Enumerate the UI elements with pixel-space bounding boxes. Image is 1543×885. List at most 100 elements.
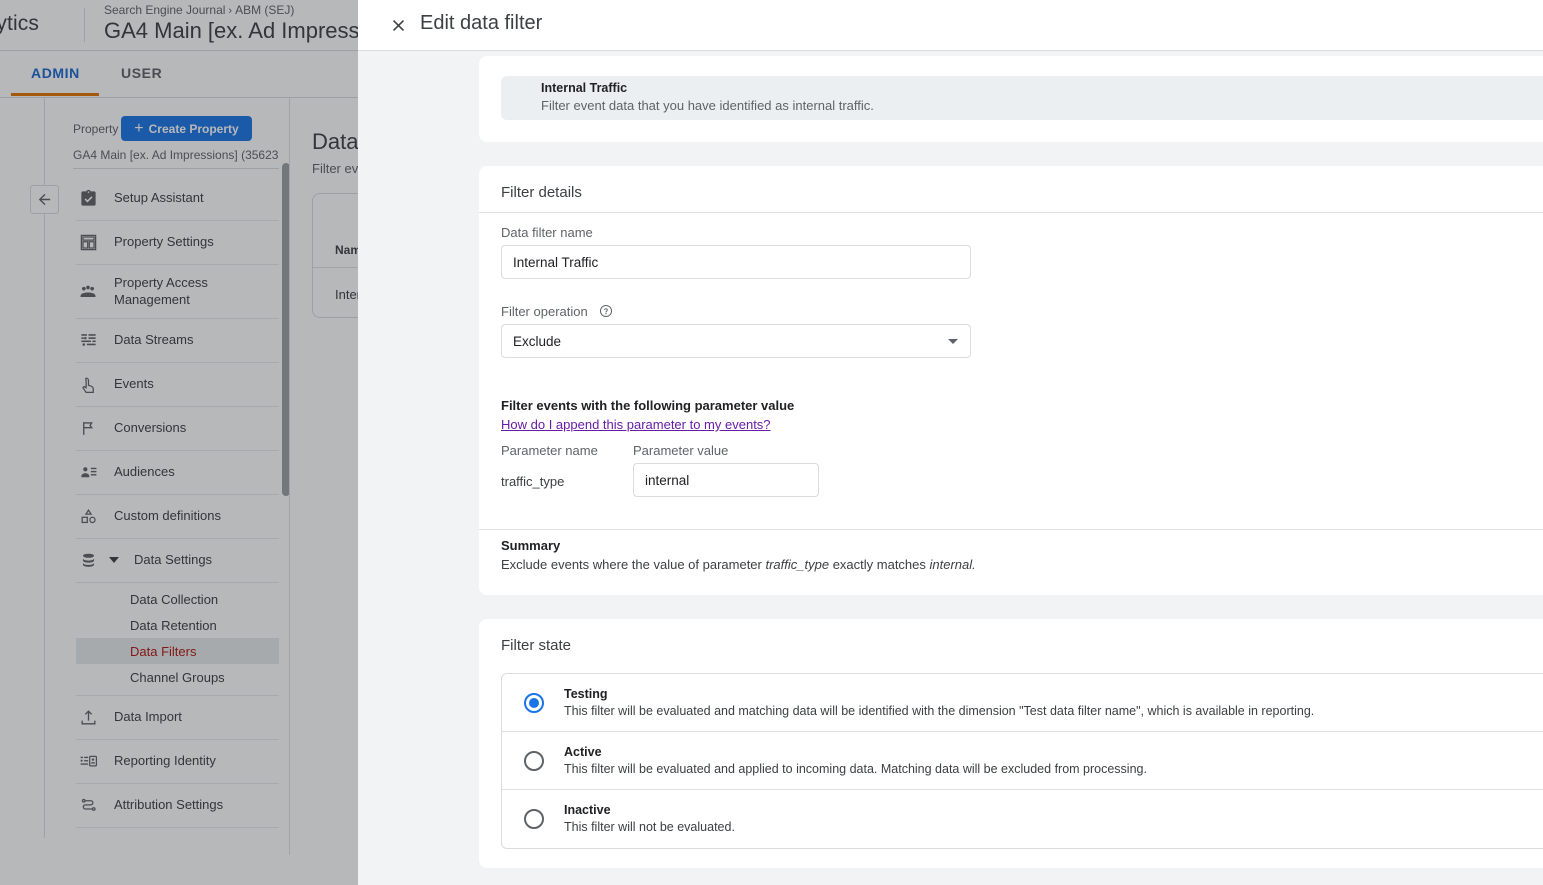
arrow-left-icon: [36, 191, 53, 208]
parameter-section-title: Filter events with the following paramet…: [501, 398, 794, 413]
option-description: This filter will be evaluated and applie…: [564, 761, 1147, 778]
chip-title: Internal Traffic: [541, 81, 627, 95]
help-circle-icon[interactable]: [599, 304, 613, 318]
summary-divider: [479, 529, 1543, 530]
sidebar-item-reporting-identity[interactable]: Reporting Identity: [76, 740, 279, 784]
option-texts: Inactive This filter will not be evaluat…: [564, 802, 735, 836]
breadcrumb-property[interactable]: ABM (SEJ): [235, 3, 294, 17]
filter-details-divider: [479, 212, 1543, 213]
database-icon: [76, 549, 100, 573]
filter-operation-label: Filter operation: [501, 304, 588, 319]
parameter-name-value: traffic_type: [501, 474, 564, 489]
parameter-value-header: Parameter value: [633, 443, 728, 458]
summary-heading: Summary: [501, 538, 560, 553]
back-button[interactable]: [30, 185, 59, 214]
internal-traffic-chip[interactable]: Internal Traffic Filter event data that …: [501, 76, 1543, 120]
summary-prefix: Exclude events where the value of parame…: [501, 557, 765, 572]
breadcrumb[interactable]: Search Engine Journal›ABM (SEJ): [104, 3, 294, 17]
close-icon[interactable]: [387, 14, 409, 36]
filter-state-radio-group: Testing This filter will be evaluated an…: [501, 673, 1543, 849]
chevron-down-icon: [948, 339, 958, 344]
summary-parameter: traffic_type: [765, 557, 829, 572]
filter-state-option-testing[interactable]: Testing This filter will be evaluated an…: [502, 674, 1543, 732]
sidebar-item-label: Property Settings: [114, 234, 214, 250]
sidebar-item-data-streams[interactable]: Data Streams: [76, 319, 279, 363]
layout-icon: [76, 231, 100, 255]
streams-icon: [76, 329, 100, 353]
sidebar-item-events[interactable]: Events: [76, 363, 279, 407]
append-parameter-help-link[interactable]: How do I append this parameter to my eve…: [501, 417, 771, 432]
identity-icon: [76, 750, 100, 774]
people-icon: [76, 280, 100, 304]
option-label: Testing: [564, 686, 1314, 703]
shapes-icon: [76, 505, 100, 529]
option-texts: Active This filter will be evaluated and…: [564, 744, 1147, 778]
filter-operation-value: Exclude: [513, 334, 561, 349]
option-description: This filter will be evaluated and matchi…: [564, 703, 1314, 720]
summary-middle: exactly matches: [829, 557, 929, 572]
sidebar-item-property-access-management[interactable]: Property Access Management: [76, 265, 279, 319]
summary-sentence: Exclude events where the value of parame…: [501, 557, 976, 572]
sidebar-item-audiences[interactable]: Audiences: [76, 451, 279, 495]
sidebar-item-label: Reporting Identity: [114, 753, 216, 769]
sidebar-item-channel-groups[interactable]: Channel Groups: [76, 664, 279, 690]
header-divider: [84, 8, 85, 42]
radio-button-inactive[interactable]: [524, 809, 544, 829]
sidebar-item-label: Custom definitions: [114, 508, 221, 524]
sidebar-item-data-settings[interactable]: Data Settings: [76, 539, 279, 583]
sidebar-item-data-filters[interactable]: Data Filters: [76, 638, 279, 664]
parameter-name-header: Parameter name: [501, 443, 598, 458]
create-property-label: Create Property: [149, 122, 239, 136]
sidebar-item-label: Audiences: [114, 464, 175, 480]
data-settings-subnav: Data Collection Data Retention Data Filt…: [76, 583, 279, 696]
sidebar-item-label: Conversions: [114, 420, 186, 436]
sidebar-item-data-retention[interactable]: Data Retention: [76, 612, 279, 638]
create-property-button[interactable]: + Create Property: [121, 116, 252, 141]
filter-state-heading: Filter state: [501, 637, 571, 654]
sidebar-item-data-collection[interactable]: Data Collection: [76, 586, 279, 612]
flag-icon: [76, 417, 100, 441]
filter-operation-select[interactable]: Exclude: [501, 324, 971, 358]
filter-state-card: Filter state Testing This filter will be…: [479, 619, 1543, 868]
tab-admin[interactable]: ADMIN: [31, 65, 80, 81]
active-tab-indicator: [11, 93, 99, 96]
data-filter-name-label: Data filter name: [501, 225, 593, 240]
sidebar-item-property-settings[interactable]: Property Settings: [76, 221, 279, 265]
filter-details-heading: Filter details: [501, 184, 582, 201]
clipboard-check-icon: [76, 187, 100, 211]
audience-icon: [76, 461, 100, 485]
plus-icon: +: [134, 121, 143, 137]
radio-button-testing[interactable]: [524, 693, 544, 713]
chip-subtitle: Filter event data that you have identifi…: [541, 98, 874, 113]
sidebar-item-custom-definitions[interactable]: Custom definitions: [76, 495, 279, 539]
sidebar-item-label: Attribution Settings: [114, 797, 223, 813]
brand-logo-text: Analytics: [0, 12, 39, 36]
option-label: Active: [564, 744, 1147, 761]
sidebar-item-label: Data Streams: [114, 332, 193, 348]
radio-button-active[interactable]: [524, 751, 544, 771]
filter-state-option-inactive[interactable]: Inactive This filter will not be evaluat…: [502, 790, 1543, 848]
data-filter-name-input[interactable]: Internal Traffic: [501, 245, 971, 279]
sidebar-item-setup-assistant[interactable]: Setup Assistant: [76, 177, 279, 221]
filter-state-option-active[interactable]: Active This filter will be evaluated and…: [502, 732, 1543, 790]
summary-value: internal.: [930, 557, 976, 572]
parameter-value-input[interactable]: internal: [633, 463, 819, 497]
sidebar-scrollbar[interactable]: [282, 163, 290, 496]
admin-left-rail: Property + Create Property GA4 Main [ex.…: [0, 98, 290, 855]
sidebar-item-data-import[interactable]: Data Import: [76, 696, 279, 740]
sidebar-item-attribution-settings[interactable]: Attribution Settings: [76, 784, 279, 828]
breadcrumb-account[interactable]: Search Engine Journal: [104, 3, 225, 17]
sidebar-item-label: Data Settings: [134, 552, 212, 568]
sidebar-item-conversions[interactable]: Conversions: [76, 407, 279, 451]
option-texts: Testing This filter will be evaluated an…: [564, 686, 1314, 720]
tab-user[interactable]: USER: [121, 65, 162, 81]
sidebar-item-label: Data Import: [114, 709, 182, 725]
sidebar-item-label: Property Access Management: [114, 275, 279, 308]
filter-details-card: Filter details Data filter name Internal…: [479, 166, 1543, 595]
property-label: Property: [73, 122, 118, 136]
property-selector[interactable]: GA4 Main [ex. Ad Impressions] (35623…: [73, 148, 279, 169]
option-label: Inactive: [564, 802, 735, 819]
sidebar-item-label: Events: [114, 376, 154, 392]
modal-title: Edit data filter: [420, 12, 542, 35]
upload-icon: [76, 706, 100, 730]
